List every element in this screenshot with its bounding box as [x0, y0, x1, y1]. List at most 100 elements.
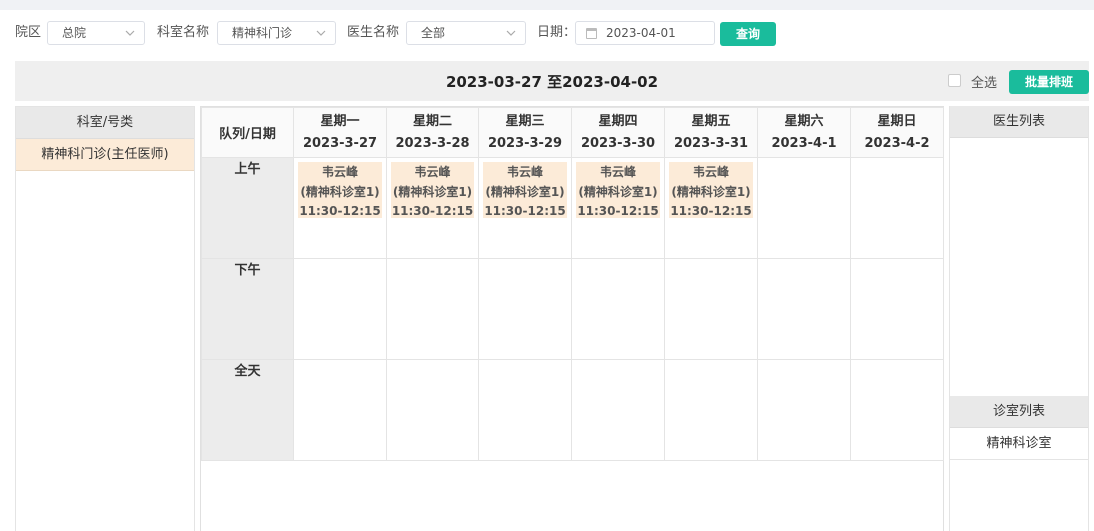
campus-value: 总院 — [62, 26, 87, 40]
schedule-card[interactable]: 韦云峰 (精神科诊室1) 11:30-12:15 — [669, 162, 753, 218]
schedule-cell[interactable]: 韦云峰 (精神科诊室1) 11:30-12:15 — [664, 157, 758, 259]
schedule-cell[interactable] — [293, 359, 387, 461]
doctor-list-header: 医生列表 — [950, 106, 1088, 138]
day-header: 星期六 2023-4-1 — [757, 107, 851, 158]
slot-label: 下午 — [201, 258, 294, 360]
day-date: 2023-3-31 — [673, 135, 749, 151]
schedule-card[interactable]: 韦云峰 (精神科诊室1) 11:30-12:15 — [576, 162, 660, 218]
day-header: 星期日 2023-4-2 — [850, 107, 944, 158]
day-date: 2023-3-30 — [580, 135, 656, 151]
schedule-table: 队列/日期 星期一 2023-3-27 星期二 2023-3-28 星期三 2023-3-… — [201, 107, 944, 461]
day-name: 星期六 — [784, 113, 824, 129]
date-picker[interactable]: 2023-04-01 — [575, 21, 715, 45]
card-time: 11:30-12:15 — [577, 204, 659, 218]
schedule-cell[interactable]: 韦云峰 (精神科诊室1) 11:30-12:15 — [478, 157, 572, 259]
dept-value: 精神科门诊 — [232, 26, 293, 40]
doctor-select[interactable]: 全部 — [406, 21, 526, 45]
card-doctor: 韦云峰 — [414, 165, 451, 179]
dept-panel-header: 科室/号类 — [16, 107, 194, 139]
schedule-cell[interactable] — [850, 258, 944, 360]
slot-row: 下午 — [201, 258, 944, 360]
day-date: 2023-3-28 — [395, 135, 470, 151]
week-header: 2023-03-27 至2023-04-02 全选 批量排班 — [15, 61, 1089, 101]
card-time: 11:30-12:15 — [391, 204, 474, 218]
query-button[interactable]: 查询 — [720, 22, 776, 46]
day-header: 星期五 2023-3-31 — [664, 107, 758, 158]
room-list-item[interactable]: 精神科诊室 — [950, 428, 1088, 460]
day-name: 星期三 — [505, 113, 545, 129]
schedule-cell[interactable] — [757, 258, 851, 360]
card-doctor: 韦云峰 — [321, 165, 358, 179]
room-list-header: 诊室列表 — [950, 396, 1088, 428]
date-label: 日期： — [537, 25, 577, 40]
doctor-list — [950, 138, 1088, 396]
card-doctor: 韦云峰 — [506, 165, 543, 179]
slot-row: 上午 韦云峰 (精神科诊室1) 11:30-12:15 韦云峰 (精神科诊室1) 11:30… — [201, 157, 944, 259]
campus-select[interactable]: 总院 — [47, 21, 145, 45]
card-room: (精神科诊室1) — [300, 184, 380, 199]
select-all-checkbox[interactable] — [948, 74, 961, 87]
day-date: 2023-4-2 — [864, 135, 930, 151]
dept-select[interactable]: 精神科门诊 — [217, 21, 336, 45]
filter-bar: 院区 总院 科室名称 精神科门诊 医生名称 全部 日期： 2023-04-01 … — [0, 10, 1094, 58]
schedule-cell[interactable] — [478, 258, 572, 360]
chevron-down-icon — [316, 30, 326, 36]
schedule-cell[interactable] — [850, 359, 944, 461]
card-time: 11:30-12:15 — [299, 204, 381, 218]
day-date: 2023-3-29 — [487, 135, 563, 151]
schedule-cell[interactable]: 韦云峰 (精神科诊室1) 11:30-12:15 — [293, 157, 387, 259]
card-time: 11:30-12:15 — [670, 204, 752, 218]
schedule-cell[interactable]: 韦云峰 (精神科诊室1) 11:30-12:15 — [571, 157, 665, 259]
slot-row: 全天 — [201, 359, 944, 461]
schedule-grid: 队列/日期 星期一 2023-3-27 星期二 2023-3-28 星期三 2023-3-… — [200, 106, 944, 531]
schedule-card[interactable]: 韦云峰 (精神科诊室1) 11:30-12:15 — [483, 162, 567, 218]
select-all-label[interactable]: 全选 — [971, 72, 997, 91]
dept-label: 科室名称 — [157, 25, 210, 40]
schedule-cell[interactable]: 韦云峰 (精神科诊室1) 11:30-12:15 — [386, 157, 479, 259]
card-room: (精神科诊室1) — [578, 184, 658, 199]
card-time: 11:30-12:15 — [484, 204, 566, 218]
schedule-cell[interactable] — [664, 359, 758, 461]
schedule-cell[interactable] — [757, 157, 851, 259]
day-header: 星期一 2023-3-27 — [293, 107, 387, 158]
chevron-down-icon — [125, 30, 135, 36]
doctor-value: 全部 — [421, 26, 446, 40]
card-room: (精神科诊室1) — [392, 184, 473, 199]
schedule-cell[interactable] — [664, 258, 758, 360]
card-room: (精神科诊室1) — [671, 184, 751, 199]
schedule-card[interactable]: 韦云峰 (精神科诊室1) 11:30-12:15 — [298, 162, 382, 218]
schedule-cell[interactable] — [478, 359, 572, 461]
slot-label: 全天 — [201, 359, 294, 461]
week-range-title: 2023-03-27 至2023-04-02 — [445, 73, 659, 91]
schedule-cell[interactable] — [571, 359, 665, 461]
day-name: 星期一 — [320, 113, 360, 129]
day-header: 星期四 2023-3-30 — [571, 107, 665, 158]
schedule-cell[interactable] — [293, 258, 387, 360]
day-name: 星期日 — [877, 113, 917, 129]
day-date: 2023-3-27 — [302, 135, 378, 151]
batch-schedule-button[interactable]: 批量排班 — [1009, 70, 1089, 94]
schedule-cell[interactable] — [757, 359, 851, 461]
date-value: 2023-04-01 — [606, 26, 676, 40]
card-room: (精神科诊室1) — [485, 184, 565, 199]
day-name: 星期五 — [691, 113, 731, 129]
dept-panel: 科室/号类 精神科门诊(主任医师) — [15, 106, 195, 531]
campus-label: 院区 — [15, 25, 42, 40]
doctor-label: 医生名称 — [347, 25, 400, 40]
right-panel: 医生列表 诊室列表 精神科诊室 — [949, 106, 1089, 531]
day-name: 星期四 — [598, 113, 638, 129]
dept-list-item[interactable]: 精神科门诊(主任医师) — [16, 139, 194, 171]
schedule-cell[interactable] — [386, 258, 479, 360]
schedule-card[interactable]: 韦云峰 (精神科诊室1) 11:30-12:15 — [391, 162, 474, 218]
card-doctor: 韦云峰 — [599, 165, 636, 179]
day-name: 星期二 — [412, 113, 452, 129]
card-doctor: 韦云峰 — [692, 165, 729, 179]
schedule-cell[interactable] — [386, 359, 479, 461]
corner-header: 队列/日期 — [201, 107, 294, 158]
day-header: 星期二 2023-3-28 — [386, 107, 479, 158]
schedule-cell[interactable] — [571, 258, 665, 360]
day-header: 星期三 2023-3-29 — [478, 107, 572, 158]
calendar-icon — [586, 28, 597, 39]
chevron-down-icon — [506, 30, 516, 36]
schedule-cell[interactable] — [850, 157, 944, 259]
